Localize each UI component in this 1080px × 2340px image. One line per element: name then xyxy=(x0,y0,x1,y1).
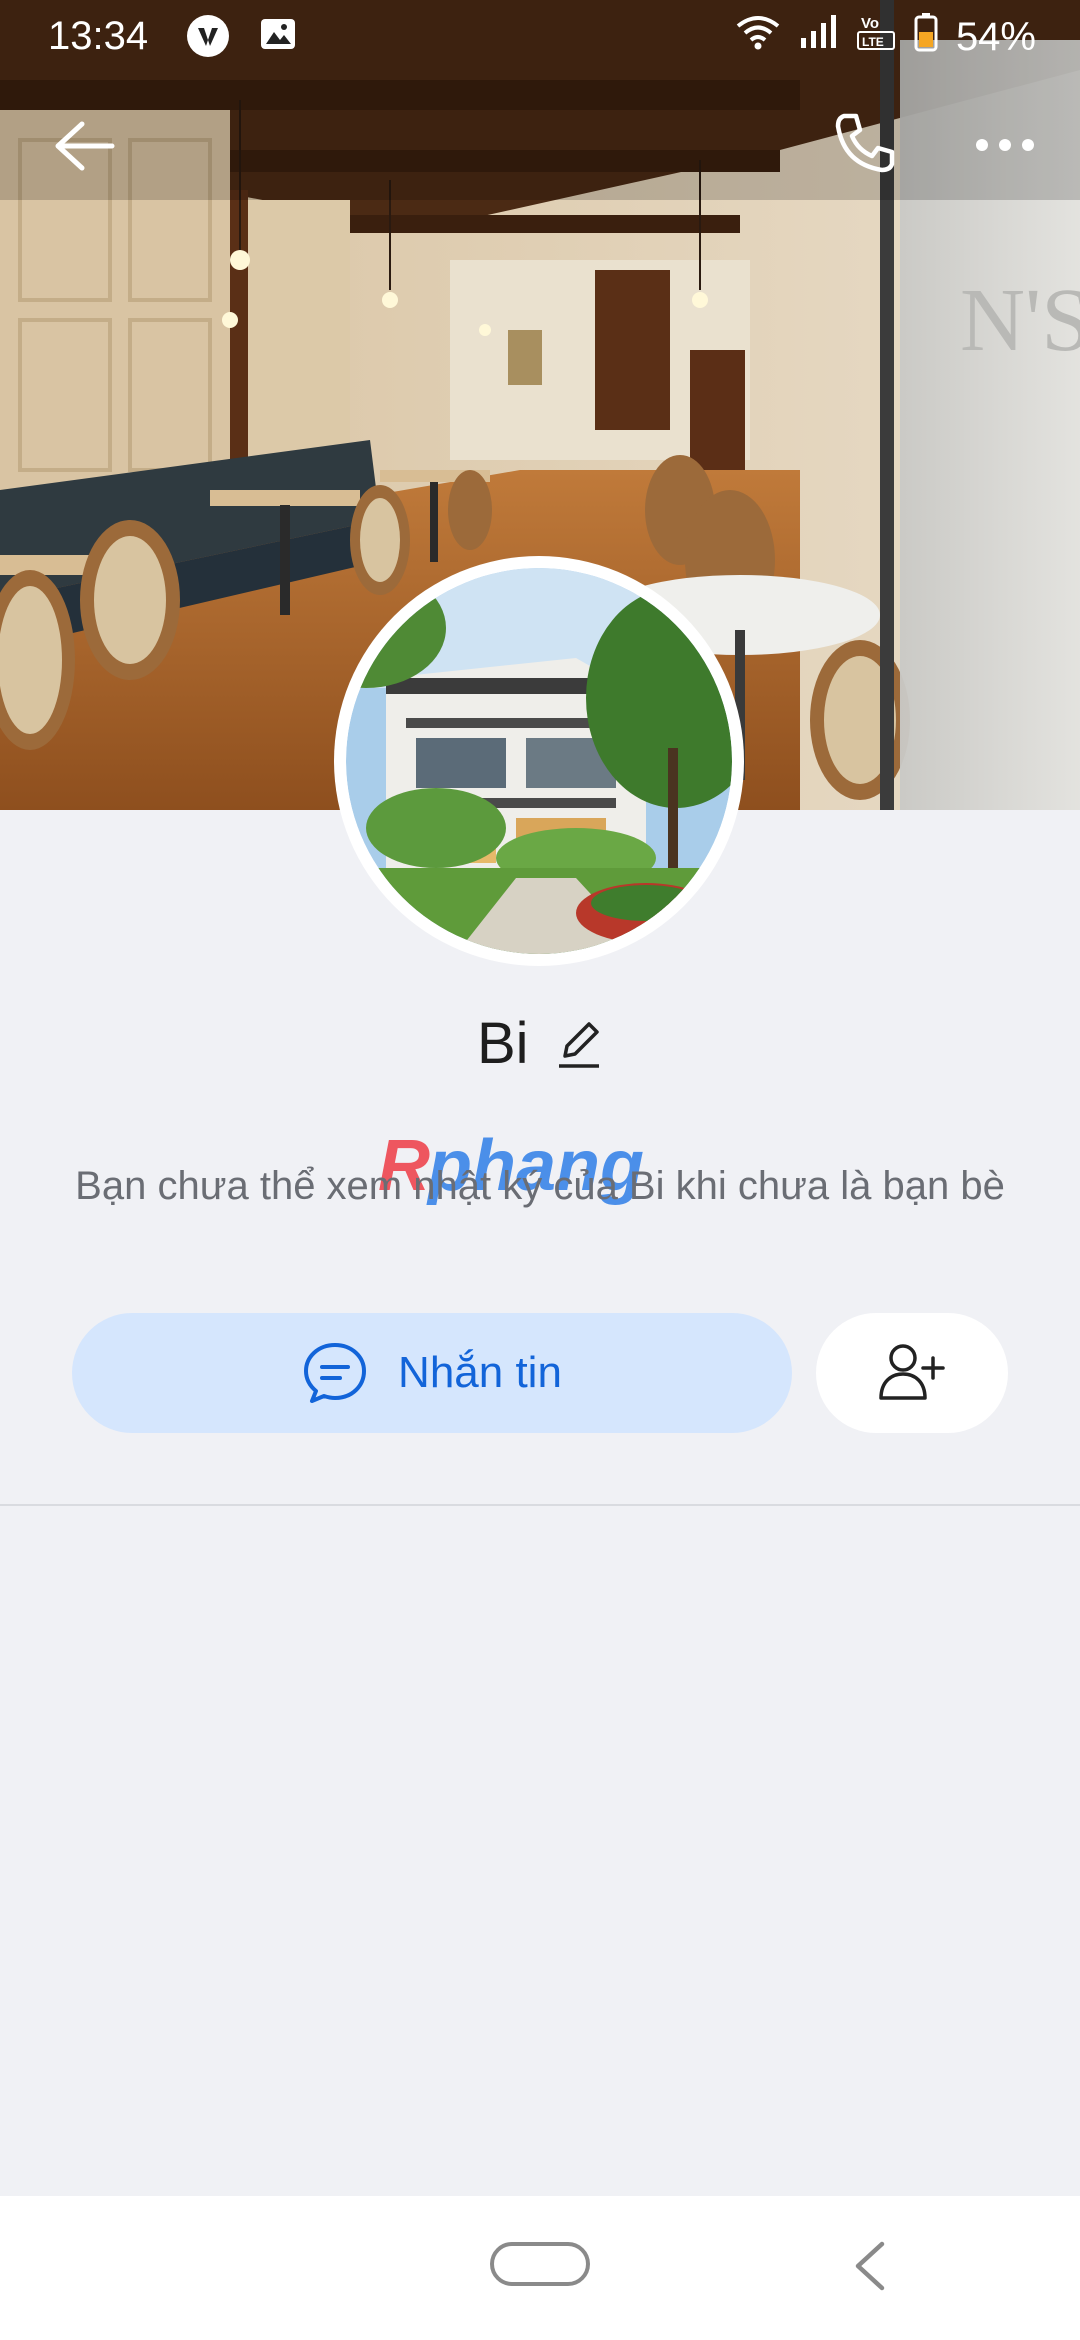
name-row: Bi xyxy=(0,1010,1080,1090)
wifi-icon xyxy=(736,14,780,60)
status-left-icons xyxy=(186,14,298,68)
status-bar: 13:34 Vo LTE 54% xyxy=(0,0,1080,76)
volte-bottom-text: LTE xyxy=(862,35,884,49)
more-options-button[interactable] xyxy=(970,120,1040,170)
chevron-left-icon xyxy=(855,2241,885,2291)
chat-bubble-icon xyxy=(304,1343,367,1403)
diary-notice: Bạn chưa thể xem nhật ký của Bi khi chưa… xyxy=(75,1164,1005,1208)
volte-top-text: Vo xyxy=(861,15,879,32)
add-user-icon xyxy=(879,1344,945,1400)
nav-home-button[interactable] xyxy=(490,2242,590,2286)
signal-icon xyxy=(798,14,838,60)
status-right: Vo LTE 54% xyxy=(736,12,1036,62)
vinfast-logo-icon xyxy=(186,14,230,68)
status-time: 13:34 xyxy=(48,14,149,58)
svg-text:N'S: N'S xyxy=(960,271,1080,370)
edit-name-button[interactable] xyxy=(555,1016,603,1072)
nav-back-button[interactable] xyxy=(846,2238,896,2294)
back-arrow-icon xyxy=(55,121,115,171)
back-button[interactable] xyxy=(50,116,120,176)
add-friend-button[interactable] xyxy=(816,1313,1008,1433)
system-nav-bar xyxy=(0,2196,1080,2340)
pencil-icon xyxy=(559,1021,600,1068)
avatar[interactable] xyxy=(334,556,744,966)
app-bar xyxy=(0,100,1080,190)
battery-icon xyxy=(914,12,938,62)
battery-percent: 54% xyxy=(955,14,1036,59)
volte-icon: Vo LTE xyxy=(856,12,896,62)
call-button[interactable] xyxy=(830,108,900,178)
display-name: Bi xyxy=(476,1011,529,1076)
message-label: Nhắn tin xyxy=(398,1348,562,1397)
phone-icon xyxy=(835,113,895,173)
gallery-icon xyxy=(258,14,298,68)
message-button[interactable]: Nhắn tin xyxy=(72,1313,792,1433)
section-divider xyxy=(0,1504,1080,1506)
more-dots-icon xyxy=(976,139,1034,151)
